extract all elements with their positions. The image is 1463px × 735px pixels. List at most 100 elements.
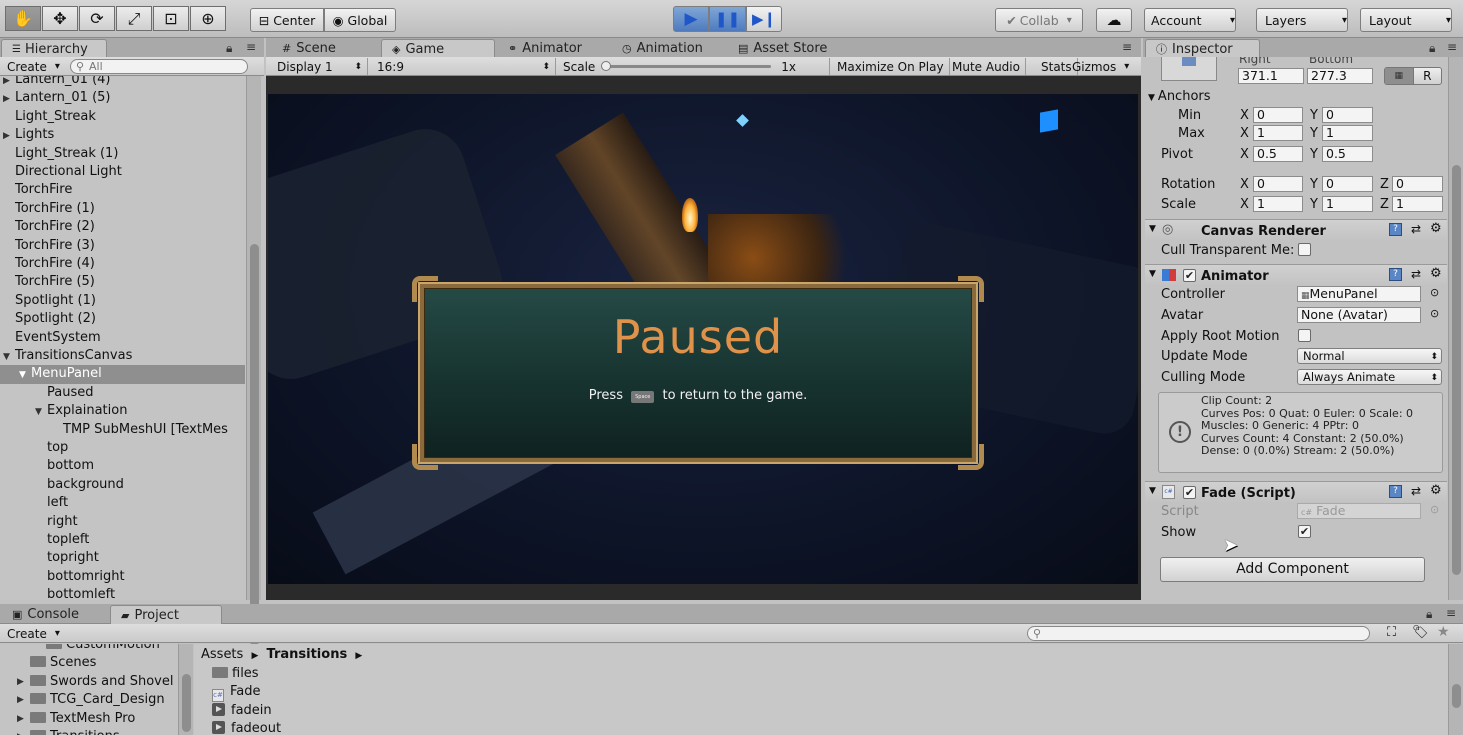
hierarchy-row[interactable]: left [0,494,245,512]
foldout-arrow-icon[interactable]: ▼ [1149,486,1156,496]
object-picker-icon[interactable]: ⊙ [1430,307,1439,320]
lock-icon[interactable]: 🔒︎ [1426,607,1432,622]
layers-dropdown[interactable]: Layers [1256,8,1348,32]
project-tree-item[interactable]: ▶ Transitions [17,728,120,735]
project-tree-item[interactable]: ▶ TextMesh Pro [17,710,135,728]
fade-enabled-checkbox[interactable]: ✔ [1183,486,1196,499]
canvas-renderer-header[interactable]: ▼ ◎ Canvas Renderer ? ⇄ ⚙ [1145,219,1447,241]
tab-animation[interactable]: ◷ Animation [612,39,713,58]
anchor-max-y-field[interactable]: 1 [1322,125,1373,141]
maximize-on-play-toggle[interactable]: Maximize On Play [832,58,950,75]
expanded-arrow-icon[interactable]: ▼ [3,348,15,365]
collapsed-arrow-icon[interactable]: ▶ [17,710,24,728]
transform-icon[interactable]: ⊕ [190,6,226,31]
project-scrollbar[interactable] [1448,644,1463,735]
account-dropdown[interactable]: Account [1144,8,1236,32]
scale-y-field[interactable]: 1 [1322,196,1373,212]
rotation-y-field[interactable]: 0 [1322,176,1373,192]
tab-game[interactable]: ◈ Game [381,39,495,58]
collapsed-arrow-icon[interactable]: ▶ [17,691,24,709]
project-scroll-thumb[interactable] [1452,684,1461,708]
animator-header[interactable]: ▼ ✔ Animator ? ⇄ ⚙ [1145,264,1447,286]
hierarchy-row[interactable]: ▶ Lantern_01 (4) [0,76,245,89]
hierarchy-row[interactable]: bottomright [0,568,245,586]
hierarchy-row[interactable]: ▼ MenuPanel [0,365,245,384]
menu-icon[interactable]: ≡ [246,40,256,54]
foldout-arrow-icon[interactable]: ▼ [1149,224,1156,234]
pause-button[interactable]: ❚❚ [709,6,746,32]
tab-console[interactable]: ▣ Console [2,605,89,624]
preset-icon[interactable]: ⇄ [1411,222,1421,236]
gear-icon[interactable]: ⚙ [1430,483,1442,498]
tab-hierarchy[interactable]: ☰ Hierarchy [1,39,107,58]
collapsed-arrow-icon[interactable]: ▶ [17,673,24,691]
preset-icon[interactable]: ⇄ [1411,267,1421,281]
hierarchy-row[interactable]: TorchFire (4) [0,255,245,273]
scale-icon[interactable]: ⤢ [116,6,152,31]
game-view[interactable]: Paused Press Space to return to the game… [266,76,1141,600]
play-button[interactable]: ▶ [673,6,709,32]
hierarchy-row[interactable]: top [0,439,245,457]
project-search-input[interactable]: ⚲ [1027,626,1370,641]
rect-icon[interactable]: ⊡ [153,6,189,31]
help-book-icon[interactable]: ? [1389,485,1402,498]
breadcrumb-assets[interactable]: Assets [201,647,243,662]
aspect-dropdown[interactable]: 16:9 ⬍ [372,58,556,75]
gizmos-dropdown[interactable]: Gizmos [1067,58,1134,75]
hierarchy-row[interactable]: EventSystem [0,329,245,347]
lock-icon[interactable]: 🔒︎ [226,41,232,56]
rotation-x-field[interactable]: 0 [1253,176,1303,192]
hierarchy-row[interactable]: bottom [0,457,245,475]
scale-slider-handle[interactable] [601,61,612,71]
help-book-icon[interactable]: ? [1389,223,1402,236]
project-tree-item[interactable]: Scenes [30,654,96,672]
rotate-icon[interactable]: ⟳ [79,6,115,31]
hierarchy-row[interactable]: bottomleft [0,586,245,600]
rotation-z-field[interactable]: 0 [1392,176,1443,192]
collapsed-arrow-icon[interactable]: ▶ [3,76,15,89]
menu-icon[interactable]: ≡ [1122,40,1132,54]
pivot-y-field[interactable]: 0.5 [1322,146,1373,162]
project-create-dropdown[interactable]: Create [2,625,65,642]
collapsed-arrow-icon[interactable]: ▶ [17,728,24,735]
space-global-button[interactable]: ◉ Global [324,8,396,32]
pivot-x-field[interactable]: 0.5 [1253,146,1303,162]
hierarchy-row[interactable]: Light_Streak [0,108,245,126]
favorite-star-icon[interactable]: ★ [1437,624,1450,640]
preset-icon[interactable]: ⇄ [1411,484,1421,498]
anchors-foldout[interactable]: ▼ Anchors [1148,89,1211,104]
filter-type-icon[interactable]: ⛶ [1387,625,1396,640]
collapsed-arrow-icon[interactable]: ▶ [3,90,15,107]
fade-script-header[interactable]: ▼ c# ✔ Fade (Script) ? ⇄ ⚙ [1145,481,1447,503]
hierarchy-row[interactable]: TorchFire (5) [0,273,245,291]
scale-slider[interactable] [601,61,772,71]
culling-mode-select[interactable]: Always Animate [1297,369,1442,385]
project-tree-item[interactable]: ▶ TCG_Card_Design [17,691,165,709]
object-picker-icon[interactable]: ⊙ [1430,286,1439,299]
breadcrumb-transitions[interactable]: Transitions [267,647,348,662]
add-component-button[interactable]: Add Component [1160,557,1425,582]
asset-item[interactable]: c# Fade [212,683,261,703]
pivot-center-button[interactable]: ⊟ Center [250,8,324,32]
cloud-button[interactable]: ☁ [1096,8,1132,32]
right-field[interactable]: 371.1 [1238,68,1304,84]
hierarchy-row[interactable]: Spotlight (1) [0,292,245,310]
label-tag-icon[interactable]: 🏷︎ [1412,625,1429,640]
tab-scene[interactable]: # Scene [272,39,346,58]
tab-asset-store[interactable]: ▤ Asset Store [728,39,837,58]
collab-dropdown[interactable]: ✔ Collab [995,8,1083,32]
anchor-min-x-field[interactable]: 0 [1253,107,1303,123]
hierarchy-row[interactable]: topright [0,549,245,567]
cull-transparent-checkbox[interactable] [1298,243,1311,256]
tab-project[interactable]: ▰ Project [110,605,222,624]
menu-icon[interactable]: ≡ [1446,606,1456,620]
move-icon[interactable]: ✥ [42,6,78,31]
expanded-arrow-icon[interactable]: ▼ [35,403,47,420]
anchor-max-x-field[interactable]: 1 [1253,125,1303,141]
step-button[interactable]: ▶❙ [746,6,782,32]
lock-icon[interactable]: 🔒︎ [1429,41,1435,56]
show-checkbox[interactable]: ✔ [1298,525,1311,538]
apply-root-motion-checkbox[interactable] [1298,329,1311,342]
hierarchy-row[interactable]: Spotlight (2) [0,310,245,328]
inspector-scrollbar[interactable] [1448,57,1463,600]
